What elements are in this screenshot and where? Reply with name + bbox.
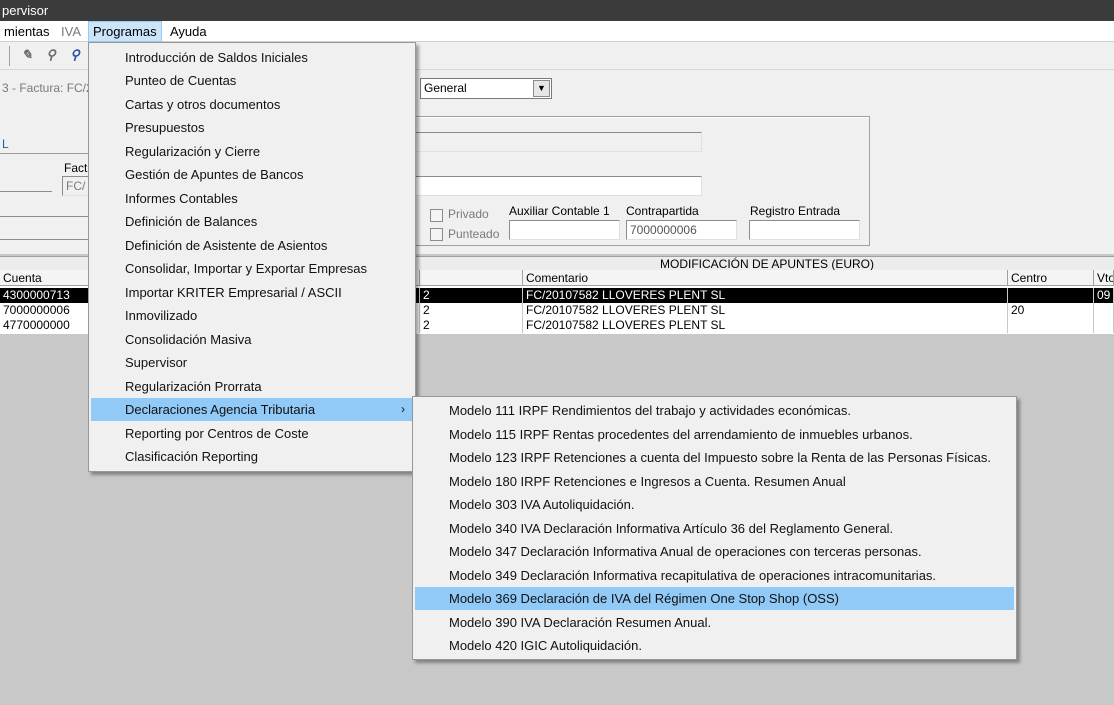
cell-centro[interactable]: 20 bbox=[1008, 303, 1094, 318]
menu-item-saldos-iniciales[interactable]: Introducción de Saldos Iniciales bbox=[91, 46, 413, 69]
description-field bbox=[410, 132, 702, 152]
menu-item-reporting-centros[interactable]: Reporting por Centros de Coste bbox=[91, 422, 413, 445]
menu-programas[interactable]: Programas bbox=[88, 21, 162, 42]
menu-item-modelo-123[interactable]: Modelo 123 IRPF Retenciones a cuenta del… bbox=[415, 446, 1014, 469]
menu-item-modelo-369[interactable]: Modelo 369 Declaración de IVA del Régime… bbox=[415, 587, 1014, 610]
menu-item-importar-kriter[interactable]: Importar KRITER Empresarial / ASCII bbox=[91, 281, 413, 304]
cell-comentario[interactable]: FC/20107582 LLOVERES PLENT SL bbox=[523, 288, 1008, 303]
cell-centro[interactable] bbox=[1008, 318, 1094, 333]
window-title: pervisor bbox=[2, 3, 49, 18]
column-header-centro[interactable]: Centro bbox=[1008, 270, 1094, 286]
cell-centro[interactable] bbox=[1008, 288, 1094, 303]
registro-field[interactable] bbox=[749, 220, 860, 240]
menu-item-asistente-asientos[interactable]: Definición de Asistente de Asientos bbox=[91, 234, 413, 257]
menu-item-apuntes-bancos[interactable]: Gestión de Apuntes de Bancos bbox=[91, 163, 413, 186]
programas-menu: Introducción de Saldos Iniciales Punteo … bbox=[88, 42, 416, 472]
divider bbox=[0, 153, 90, 154]
auxiliar-label: Auxiliar Contable 1 bbox=[509, 204, 610, 218]
fact-label: Fact bbox=[64, 161, 88, 175]
menu-item-presupuestos[interactable]: Presupuestos bbox=[91, 116, 413, 139]
menu-item-regularizacion-prorrata[interactable]: Regularización Prorrata bbox=[91, 375, 413, 398]
menu-item-inmovilizado[interactable]: Inmovilizado bbox=[91, 304, 413, 327]
menu-item-modelo-180[interactable]: Modelo 180 IRPF Retenciones e Ingresos a… bbox=[415, 470, 1014, 493]
cell-mid[interactable]: 2 bbox=[420, 288, 523, 303]
menu-bar: mientas IVA Programas Ayuda bbox=[0, 21, 1114, 42]
punteado-label: Punteado bbox=[448, 227, 500, 241]
invoice-label: 3 - Factura: FC/2 bbox=[2, 81, 93, 95]
account-link[interactable]: L bbox=[2, 137, 9, 151]
declaraciones-submenu: Modelo 111 IRPF Rendimientos del trabajo… bbox=[412, 396, 1017, 660]
contrapartida-field[interactable]: 7000000006 bbox=[626, 220, 737, 240]
menu-iva[interactable]: IVA bbox=[57, 21, 85, 42]
grid-title: MODIFICACIÓN DE APUNTES (EURO) bbox=[659, 257, 874, 271]
cell-mid[interactable]: 2 bbox=[420, 303, 523, 318]
cell-mid[interactable]: 2 bbox=[420, 318, 523, 333]
menu-item-regularizacion-cierre[interactable]: Regularización y Cierre bbox=[91, 140, 413, 163]
menu-item-modelo-115[interactable]: Modelo 115 IRPF Rentas procedentes del a… bbox=[415, 423, 1014, 446]
menu-herramientas[interactable]: mientas bbox=[0, 21, 54, 42]
cell-comentario[interactable]: FC/20107582 LLOVERES PLENT SL bbox=[523, 318, 1008, 333]
cell-vto[interactable] bbox=[1094, 318, 1114, 333]
menu-item-label: Declaraciones Agencia Tributaria bbox=[125, 402, 316, 417]
title-bar: pervisor bbox=[0, 0, 1114, 21]
view-combo[interactable]: General ▼ bbox=[420, 78, 552, 99]
contrapartida-label: Contrapartida bbox=[626, 204, 699, 218]
menu-ayuda[interactable]: Ayuda bbox=[166, 21, 211, 42]
cell-vto[interactable] bbox=[1094, 303, 1114, 318]
menu-item-modelo-349[interactable]: Modelo 349 Declaración Informativa recap… bbox=[415, 564, 1014, 587]
contrapartida-value: 7000000006 bbox=[630, 223, 697, 237]
auxiliar-field[interactable] bbox=[509, 220, 620, 240]
notes-field[interactable] bbox=[410, 176, 702, 196]
menu-item-definicion-balances[interactable]: Definición de Balances bbox=[91, 210, 413, 233]
privado-label: Privado bbox=[448, 207, 489, 221]
menu-item-modelo-340[interactable]: Modelo 340 IVA Declaración Informativa A… bbox=[415, 517, 1014, 540]
menu-item-modelo-390[interactable]: Modelo 390 IVA Declaración Resumen Anual… bbox=[415, 611, 1014, 634]
toolbar-separator bbox=[9, 46, 10, 66]
cell-comentario[interactable]: FC/20107582 LLOVERES PLENT SL bbox=[523, 303, 1008, 318]
menu-item-supervisor[interactable]: Supervisor bbox=[91, 351, 413, 374]
divider bbox=[0, 239, 90, 240]
menu-item-clasificacion-reporting[interactable]: Clasificación Reporting bbox=[91, 445, 413, 468]
menu-item-informes-contables[interactable]: Informes Contables bbox=[91, 187, 413, 210]
menu-item-punteo-cuentas[interactable]: Punteo de Cuentas bbox=[91, 69, 413, 92]
menu-item-consolidar-empresas[interactable]: Consolidar, Importar y Exportar Empresas bbox=[91, 257, 413, 280]
search-doc-icon[interactable]: ⚲ bbox=[66, 46, 84, 64]
divider bbox=[0, 191, 52, 192]
menu-item-modelo-347[interactable]: Modelo 347 Declaración Informativa Anual… bbox=[415, 540, 1014, 563]
fact-field[interactable]: FC/ bbox=[62, 176, 90, 196]
view-combo-value: General bbox=[424, 81, 467, 95]
punteado-checkbox[interactable] bbox=[430, 228, 443, 241]
registro-label: Registro Entrada bbox=[750, 204, 841, 218]
chevron-down-icon[interactable]: ▼ bbox=[533, 80, 550, 97]
binoculars-icon[interactable]: ⚲ bbox=[42, 46, 60, 64]
column-header-vto[interactable]: Vto bbox=[1094, 270, 1114, 286]
menu-item-modelo-420[interactable]: Modelo 420 IGIC Autoliquidación. bbox=[415, 634, 1014, 657]
menu-item-cartas[interactable]: Cartas y otros documentos bbox=[91, 93, 413, 116]
column-header-blank[interactable] bbox=[420, 270, 523, 286]
edit-doc-icon[interactable]: ✎ bbox=[18, 46, 36, 64]
chevron-right-icon: › bbox=[401, 402, 405, 416]
menu-item-modelo-303[interactable]: Modelo 303 IVA Autoliquidación. bbox=[415, 493, 1014, 516]
menu-item-consolidacion-masiva[interactable]: Consolidación Masiva bbox=[91, 328, 413, 351]
menu-item-modelo-111[interactable]: Modelo 111 IRPF Rendimientos del trabajo… bbox=[415, 399, 1014, 422]
privado-checkbox[interactable] bbox=[430, 209, 443, 222]
column-header-comentario[interactable]: Comentario bbox=[523, 270, 1008, 286]
cell-vto[interactable]: 09 bbox=[1094, 288, 1114, 303]
divider bbox=[0, 216, 90, 217]
menu-item-declaraciones-agencia[interactable]: Declaraciones Agencia Tributaria › bbox=[91, 398, 413, 421]
fact-value: FC/ bbox=[66, 179, 86, 193]
